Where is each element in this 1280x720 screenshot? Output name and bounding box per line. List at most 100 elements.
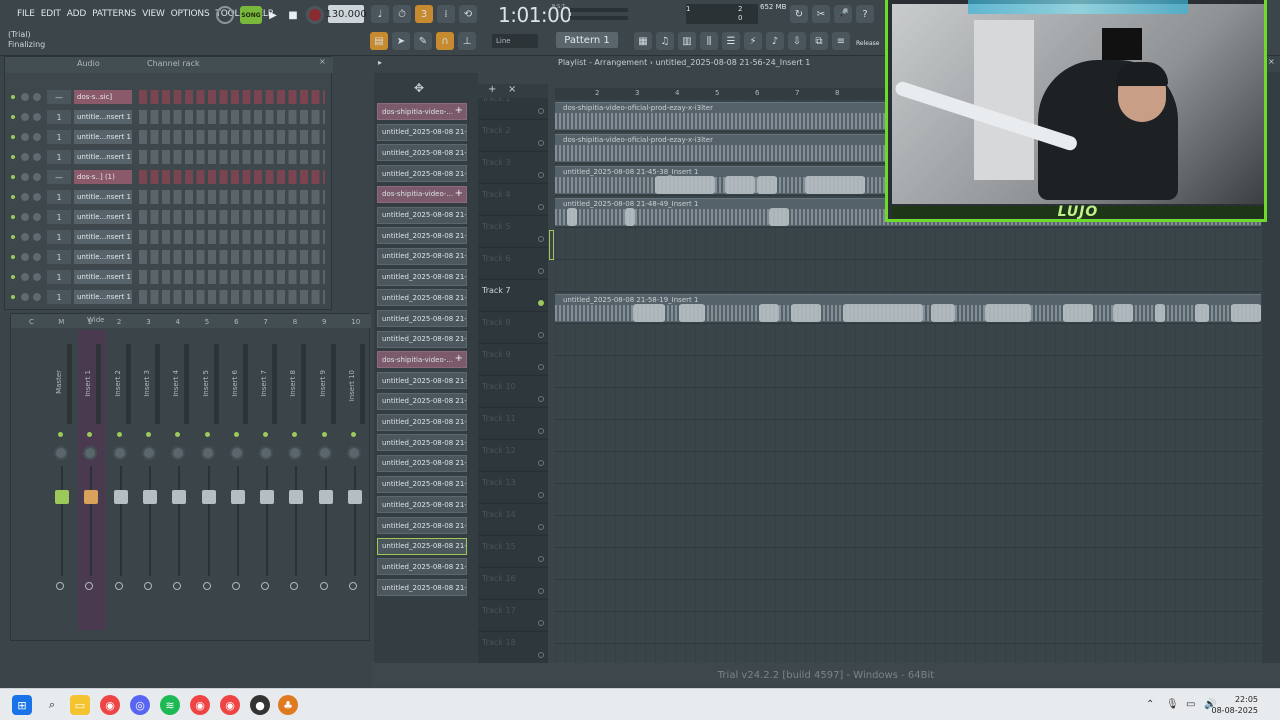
- channel-name[interactable]: dos-s..sic]: [74, 90, 132, 104]
- clip-source-item[interactable]: untitled_2025-08-08 21-...: [377, 496, 467, 514]
- step-sequencer[interactable]: [139, 130, 325, 144]
- playlist-toggle-button[interactable]: ▤: [370, 32, 388, 50]
- channel-row[interactable]: 1 untitle...nsert 1: [5, 147, 333, 167]
- track-header[interactable]: Track 16: [478, 568, 548, 600]
- channel-vol-knob[interactable]: [33, 173, 41, 181]
- channel-name[interactable]: untitle...nsert 1: [74, 130, 132, 144]
- route-toggle[interactable]: [56, 582, 64, 590]
- channel-mixer-track[interactable]: 1: [47, 270, 71, 284]
- add-icon[interactable]: +: [455, 353, 463, 364]
- clip-source-item[interactable]: dos-shipitia-video-... +: [377, 185, 467, 203]
- channel-mixer-track[interactable]: 1: [47, 230, 71, 244]
- close-icon[interactable]: ×: [319, 57, 326, 66]
- channel-row[interactable]: 1 untitle...nsert 1: [5, 127, 333, 147]
- pattern-clone-button[interactable]: ⧉: [810, 32, 828, 50]
- mixer-strip[interactable]: Insert 3: [137, 330, 165, 630]
- channel-led[interactable]: [11, 275, 15, 279]
- clip-source-item[interactable]: untitled_2025-08-08 21-...: [377, 227, 467, 245]
- mixer-strip[interactable]: Master: [49, 330, 77, 630]
- channel-row[interactable]: 1 untitle...nsert 1: [5, 287, 333, 307]
- channel-mixer-track[interactable]: 1: [47, 190, 71, 204]
- volume-fader[interactable]: [55, 490, 69, 504]
- channel-name[interactable]: dos-s..] (1): [74, 170, 132, 184]
- pan-knob[interactable]: [200, 446, 215, 460]
- channel-led[interactable]: [11, 295, 15, 299]
- fl-studio-icon[interactable]: ♣: [278, 695, 298, 715]
- volume-fader[interactable]: [318, 490, 333, 504]
- channel-row[interactable]: 1 untitle...nsert 1: [5, 107, 333, 127]
- track-header[interactable]: Track 3: [478, 152, 548, 184]
- step-sequencer[interactable]: [139, 270, 325, 284]
- start-icon[interactable]: ⊞: [12, 695, 32, 715]
- route-toggle[interactable]: [143, 582, 152, 590]
- tempo-display[interactable]: 130.000: [325, 5, 367, 23]
- channel-vol-knob[interactable]: [33, 293, 41, 301]
- strip-enable-led[interactable]: [145, 432, 151, 437]
- track-header[interactable]: Track 6: [478, 248, 548, 280]
- channel-mixer-track[interactable]: 1: [47, 250, 71, 264]
- track-header[interactable]: Track 8: [478, 312, 548, 344]
- chrome-icon[interactable]: ◉: [100, 695, 120, 715]
- piano-roll-button[interactable]: ♫: [656, 32, 674, 50]
- chrome-profile-icon[interactable]: ◉: [190, 695, 210, 715]
- channel-name[interactable]: untitle...nsert 1: [74, 250, 132, 264]
- magnet-tool[interactable]: ∩: [436, 32, 454, 50]
- plugin-picker-button[interactable]: ⚡: [744, 32, 762, 50]
- channel-mixer-track[interactable]: 1: [47, 210, 71, 224]
- step-edit-button[interactable]: ⁞: [437, 5, 455, 23]
- step-sequencer[interactable]: [139, 290, 325, 304]
- channel-vol-knob[interactable]: [33, 273, 41, 281]
- move-icon[interactable]: ✥: [414, 81, 424, 95]
- master-pitch-slider[interactable]: [570, 16, 628, 20]
- clip-source-item[interactable]: dos-shipitia-video-... +: [377, 351, 467, 369]
- obs-icon[interactable]: ●: [250, 695, 270, 715]
- track-mute-led[interactable]: [538, 524, 544, 530]
- strip-enable-led[interactable]: [204, 432, 210, 437]
- render-button[interactable]: ⇩: [788, 32, 806, 50]
- channel-vol-knob[interactable]: [33, 213, 41, 221]
- track-mute-led[interactable]: [538, 108, 544, 114]
- clip-source-item[interactable]: untitled_2025-08-08 21-...: [377, 558, 467, 576]
- track-mute-led[interactable]: [538, 556, 544, 562]
- channel-led[interactable]: [11, 215, 15, 219]
- pan-knob[interactable]: [83, 446, 98, 460]
- channel-row[interactable]: — dos-s..sic]: [5, 87, 333, 107]
- channel-mixer-track[interactable]: 1: [47, 110, 71, 124]
- channel-name[interactable]: untitle...nsert 1: [74, 230, 132, 244]
- track-mute-led[interactable]: [538, 428, 544, 434]
- route-toggle[interactable]: [85, 582, 94, 590]
- clip-source-item[interactable]: untitled_2025-08-08 21-...: [377, 517, 467, 534]
- track-header[interactable]: Track 9: [478, 344, 548, 376]
- mixer-strip[interactable]: Insert 2: [108, 330, 136, 630]
- channel-name[interactable]: untitle...nsert 1: [74, 150, 132, 164]
- pan-knob[interactable]: [112, 446, 127, 460]
- channel-pan-knob[interactable]: [21, 213, 29, 221]
- step-sequencer[interactable]: [139, 110, 325, 124]
- mixer-strip[interactable]: Insert 5: [196, 330, 224, 630]
- mixer-strip[interactable]: Insert 8: [283, 330, 311, 630]
- add-icon[interactable]: +: [455, 188, 463, 199]
- track-header[interactable]: Track 5: [478, 216, 548, 248]
- track-mute-led[interactable]: [538, 396, 544, 402]
- pan-knob[interactable]: [288, 446, 303, 460]
- clip-source-item[interactable]: untitled_2025-08-08 21-...: [377, 330, 467, 348]
- route-toggle[interactable]: [114, 582, 123, 590]
- menu-edit[interactable]: EDIT: [38, 9, 64, 19]
- track-header[interactable]: Track 14: [478, 504, 548, 536]
- clip-source-item[interactable]: untitled_2025-08-08 21-...: [377, 454, 467, 472]
- pan-knob[interactable]: [229, 446, 244, 460]
- channel-vol-knob[interactable]: [33, 133, 41, 141]
- channel-led[interactable]: [11, 255, 15, 259]
- tempo-tap-button[interactable]: ♪: [766, 32, 784, 50]
- channel-pan-knob[interactable]: [21, 113, 29, 121]
- channel-pan-knob[interactable]: [21, 133, 29, 141]
- close-icon[interactable]: ×: [1268, 57, 1275, 66]
- clip-source-item[interactable]: untitled_2025-08-08 21-...: [377, 434, 467, 452]
- route-toggle[interactable]: [290, 582, 299, 590]
- track-mute-led[interactable]: [538, 300, 544, 306]
- track-mute-led[interactable]: [538, 236, 544, 242]
- network-icon[interactable]: ▭: [1186, 699, 1195, 710]
- menu-options[interactable]: OPTIONS: [168, 9, 213, 19]
- track-mute-led[interactable]: [538, 460, 544, 466]
- snap-selector[interactable]: Line: [492, 34, 538, 48]
